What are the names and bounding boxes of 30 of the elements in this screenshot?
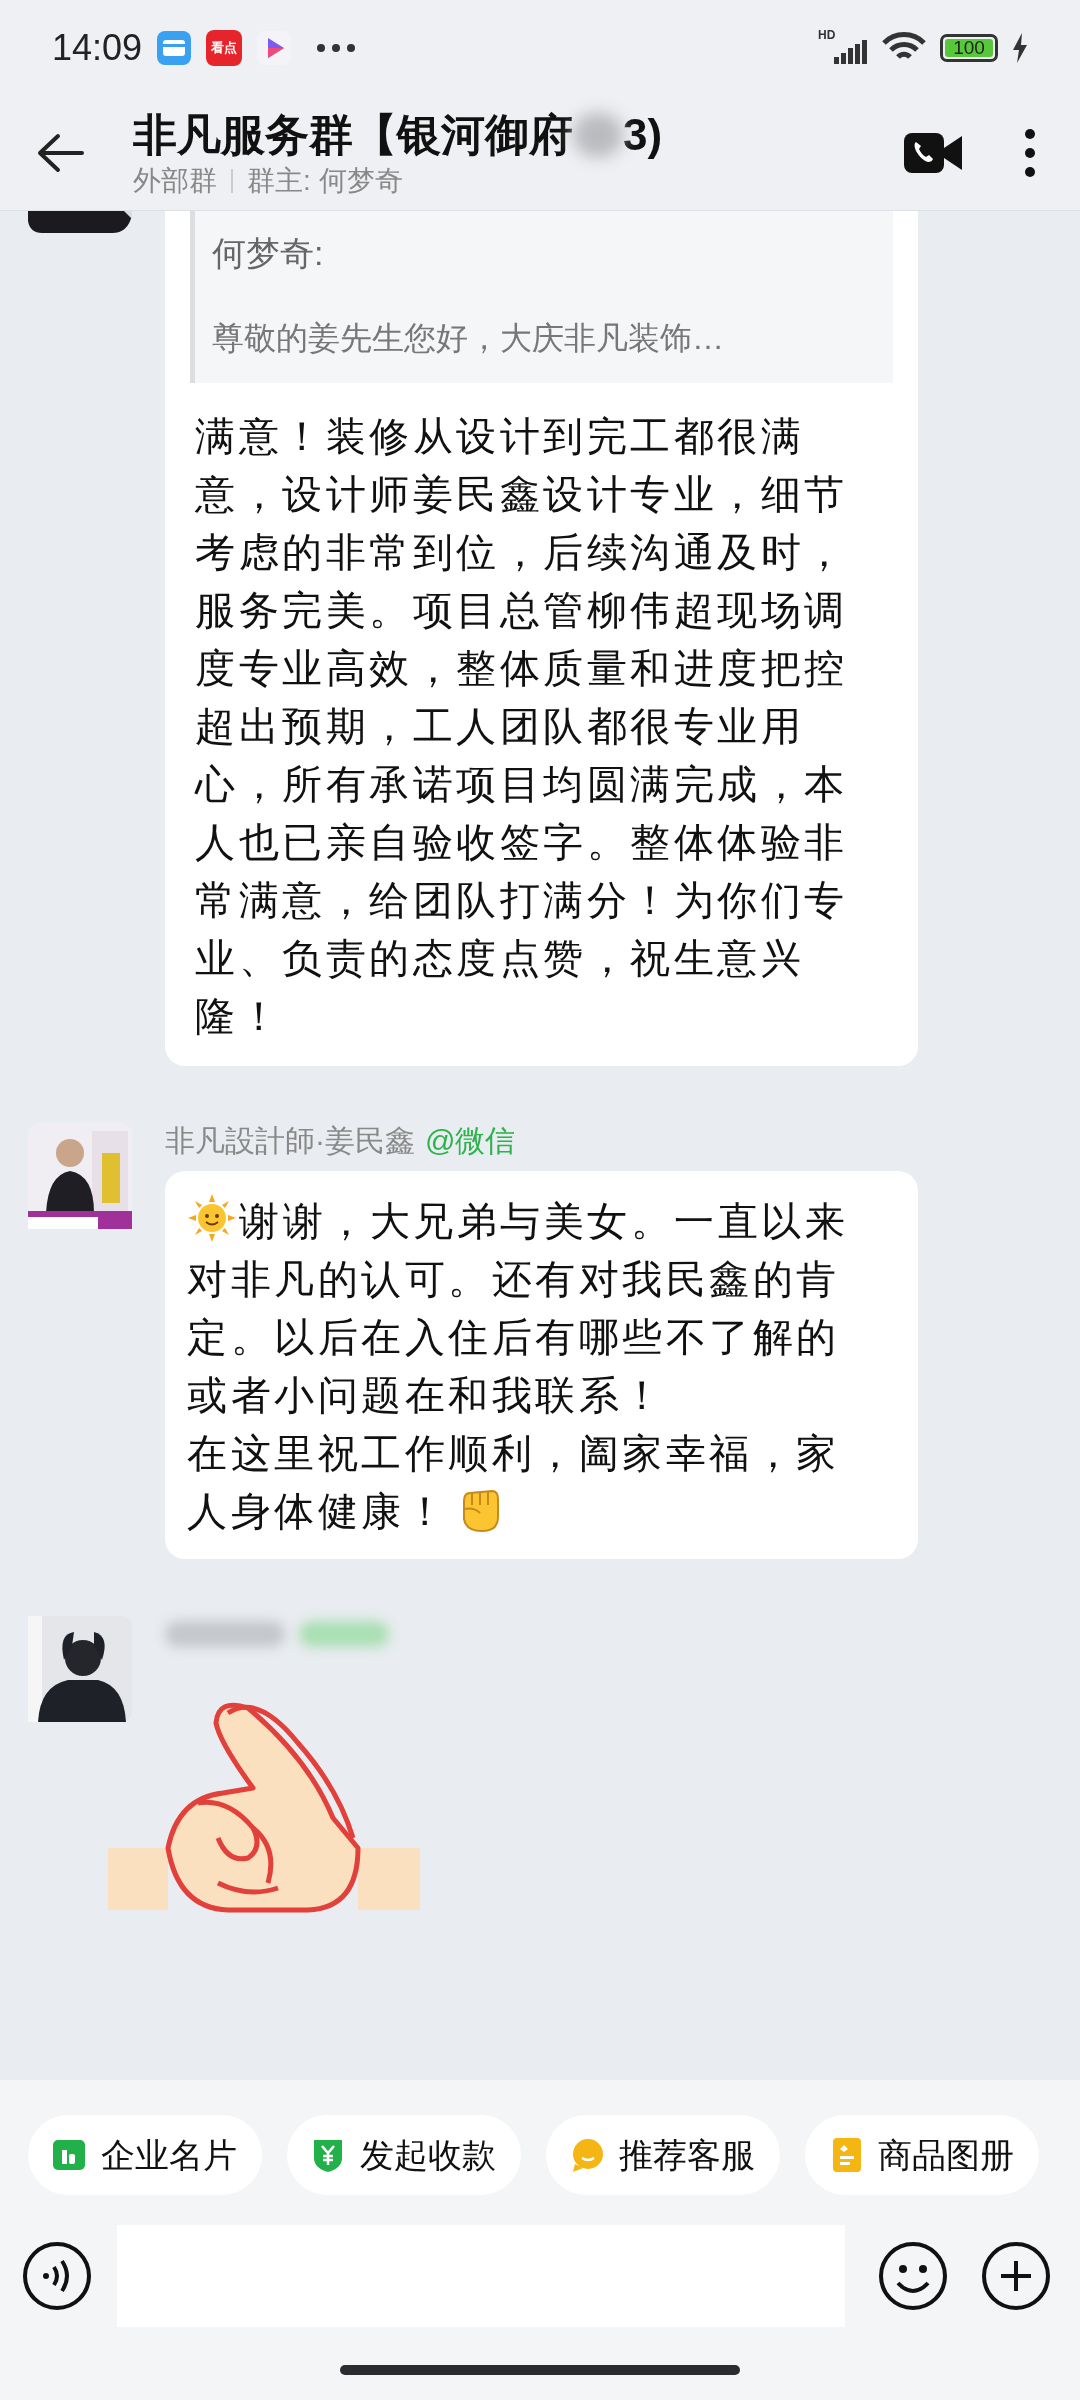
blurred-text [573, 112, 623, 157]
message-text: 满意！装修从设计到完工都很满 意，设计师姜民鑫设计专业，细节 考虑的非常到位，后续沟通及时， 服务完美。项目总管柳伟超现场调 度专业高效，整体质量和进度把控 超出预期，工人团队都很专业用 心，所有承诺项目均圆满完成，本 人也已亲自验收签字。整体体验非 常满意，给团队打满分！为你们专 业、负责的态度点赞，祝生意兴 隆！ [193, 413, 849, 1040]
add-icon[interactable] [981, 2241, 1051, 2311]
more-options-icon[interactable] [1024, 127, 1036, 178]
clock: 14:09 [52, 25, 143, 70]
signal-icon [834, 39, 868, 64]
group-type: 外部群 [133, 163, 217, 198]
quote-author: 何梦奇: [212, 233, 325, 274]
quote-text: 尊敬的姜先生您好，大庆非凡装饰… [212, 319, 725, 358]
network-label: HD [818, 26, 836, 44]
sender-source: @微信 [425, 1123, 516, 1159]
wallet-icon [156, 29, 193, 66]
chat-title: 非凡服务群【银河御府 [133, 108, 573, 161]
quick-action-chip[interactable]: 商品图册 [805, 2115, 1039, 2195]
quick-action-chip[interactable]: 发起收款 [287, 2115, 521, 2195]
back-icon[interactable] [36, 132, 84, 173]
voice-icon[interactable] [22, 2241, 92, 2311]
battery-level: 100 [945, 38, 993, 57]
charging-icon [1012, 32, 1028, 63]
quick-action-chip[interactable]: 推荐客服 [546, 2115, 780, 2195]
app-icon: 看点 [206, 29, 243, 66]
more-icon [316, 42, 357, 53]
emoji-icon[interactable] [878, 2241, 948, 2311]
quick-action-chip[interactable]: 企业名片 [28, 2115, 262, 2195]
play-icon [256, 29, 293, 66]
message-text: 谢谢，大兄弟与美女。一直以来 对非凡的认可。还有对我民鑫的肯 定。以后在入住后有哪些不了解的 或者小问题在和我联系！ 在这里祝工作顺利，阖家幸福，家 人身体健康！ [187, 1192, 918, 1540]
chat-title-end: 3) [623, 108, 663, 161]
group-owner: 群主: 何梦奇 [247, 163, 403, 198]
sender-name: 非凡設計師·姜民鑫 [165, 1123, 415, 1159]
sun-emoji-icon [187, 1193, 237, 1243]
